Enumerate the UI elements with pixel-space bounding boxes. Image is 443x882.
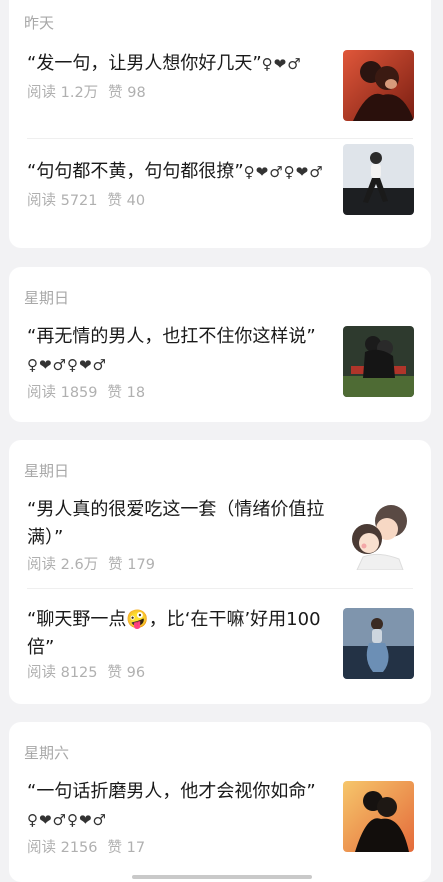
- home-indicator[interactable]: [132, 875, 312, 879]
- article-title[interactable]: “男人真的很爱吃这一套（情绪价值拉满）”: [27, 496, 327, 552]
- couple-emoji-icon: ♀❤♂♀❤♂: [27, 356, 108, 374]
- article-title[interactable]: “一句话折磨男人，他才会视你如命” ♀❤♂♀❤♂: [27, 778, 327, 834]
- couple-sunset-icon[interactable]: [343, 781, 414, 852]
- article-meta: 阅读 5721 赞 40: [27, 189, 155, 210]
- like-count: 赞 98: [108, 85, 146, 101]
- group-date: 星期日: [24, 289, 70, 307]
- article-group-card: 星期六 “一句话折磨男人，他才会视你如命” ♀❤♂♀❤♂ 阅读 2156 赞 17: [9, 722, 431, 882]
- read-count: 阅读 1859: [27, 385, 98, 401]
- group-date: 星期日: [24, 462, 70, 480]
- read-count: 阅读 1.2万: [27, 85, 99, 101]
- article-meta: 阅读 2156 赞 17: [27, 836, 155, 857]
- article-item[interactable]: “一句话折磨男人，他才会视你如命” ♀❤♂♀❤♂ 阅读 2156 赞 17: [9, 778, 431, 878]
- article-title[interactable]: “发一句，让男人想你好几天”♀❤♂: [27, 50, 327, 78]
- divider: [27, 138, 413, 139]
- article-title[interactable]: “聊天野一点🤪，比‘在干嘛’好用100倍”: [27, 606, 327, 662]
- article-group-card: 昨天 “发一句，让男人想你好几天”♀❤♂ 阅读 1.2万赞 98 “句句都不黄，…: [9, 0, 431, 248]
- article-meta: 阅读 1859 赞 18: [27, 381, 155, 402]
- like-count: 赞 17: [107, 840, 146, 856]
- divider: [27, 588, 413, 589]
- read-count: 阅读 8125: [27, 665, 98, 681]
- couple-bench-icon[interactable]: [343, 326, 414, 397]
- article-item[interactable]: “再无情的男人，也扛不住你这样说” ♀❤♂♀❤♂ 阅读 1859 赞 18: [9, 323, 431, 422]
- read-count: 阅读 2156: [27, 840, 98, 856]
- woman-sitting-icon[interactable]: [343, 608, 414, 679]
- article-item[interactable]: “发一句，让男人想你好几天”♀❤♂ 阅读 1.2万赞 98: [9, 48, 431, 138]
- like-count: 赞 96: [107, 665, 146, 681]
- read-count: 阅读 2.6万: [27, 557, 99, 573]
- group-date: 星期六: [24, 744, 70, 762]
- couple-emoji-icon: ♀❤♂: [261, 55, 302, 73]
- like-count: 赞 40: [107, 193, 146, 209]
- article-title[interactable]: “句句都不黄，句句都很撩”♀❤♂♀❤♂: [27, 158, 327, 186]
- read-count: 阅读 5721: [27, 193, 98, 209]
- article-group-card: 星期日 “再无情的男人，也扛不住你这样说” ♀❤♂♀❤♂ 阅读 1859 赞 18: [9, 267, 431, 422]
- article-title[interactable]: “再无情的男人，也扛不住你这样说” ♀❤♂♀❤♂: [27, 323, 327, 379]
- article-meta: 阅读 2.6万赞 179: [27, 553, 165, 574]
- article-item[interactable]: “句句都不黄，句句都很撩”♀❤♂♀❤♂ 阅读 5721 赞 40: [9, 144, 431, 246]
- like-count: 赞 18: [107, 385, 146, 401]
- article-item[interactable]: “聊天野一点🤪，比‘在干嘛’好用100倍” 阅读 8125 赞 96: [9, 606, 431, 704]
- couple-red-icon[interactable]: [343, 50, 414, 121]
- article-meta: 阅读 8125 赞 96: [27, 661, 155, 682]
- woman-dance-icon[interactable]: [343, 144, 414, 215]
- article-meta: 阅读 1.2万赞 98: [27, 81, 156, 102]
- like-count: 赞 179: [108, 557, 155, 573]
- group-date: 昨天: [24, 14, 55, 32]
- cartoon-couple-icon[interactable]: [343, 499, 414, 570]
- article-group-card: 星期日 “男人真的很爱吃这一套（情绪价值拉满）” 阅读 2.6万赞 179 “聊…: [9, 440, 431, 704]
- article-item[interactable]: “男人真的很爱吃这一套（情绪价值拉满）” 阅读 2.6万赞 179: [9, 496, 431, 596]
- couple-emoji-icon: ♀❤♂♀❤♂: [27, 811, 108, 829]
- couple-emoji-icon: ♀❤♂♀❤♂: [243, 163, 324, 181]
